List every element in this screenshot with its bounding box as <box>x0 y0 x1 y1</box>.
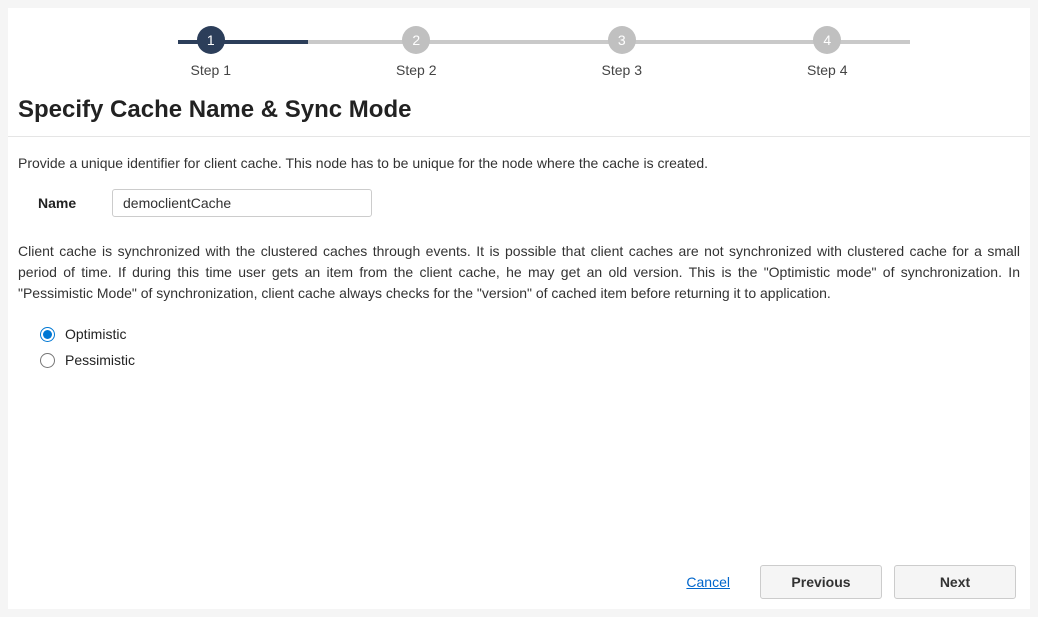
step-1-label: Step 1 <box>191 62 231 78</box>
radio-pessimistic[interactable] <box>40 353 55 368</box>
step-3-label: Step 3 <box>602 62 642 78</box>
radio-optimistic-row[interactable]: Optimistic <box>40 326 1020 342</box>
step-2: 2 Step 2 <box>314 26 520 78</box>
step-2-circle: 2 <box>402 26 430 54</box>
footer: Cancel Previous Next <box>686 565 1016 599</box>
description-text: Client cache is synchronized with the cl… <box>18 241 1020 304</box>
sync-mode-group: Optimistic Pessimistic <box>18 326 1020 368</box>
previous-button[interactable]: Previous <box>760 565 882 599</box>
next-button[interactable]: Next <box>894 565 1016 599</box>
radio-optimistic-label: Optimistic <box>65 326 126 342</box>
step-3: 3 Step 3 <box>519 26 725 78</box>
name-row: Name <box>18 189 1020 217</box>
radio-pessimistic-row[interactable]: Pessimistic <box>40 352 1020 368</box>
step-1-circle: 1 <box>197 26 225 54</box>
cancel-link[interactable]: Cancel <box>686 574 730 590</box>
step-4-circle: 4 <box>813 26 841 54</box>
stepper: 1 Step 1 2 Step 2 3 Step 3 4 Step 4 <box>8 8 1030 88</box>
radio-optimistic[interactable] <box>40 327 55 342</box>
step-4-label: Step 4 <box>807 62 847 78</box>
page-title: Specify Cache Name & Sync Mode <box>8 88 1030 137</box>
step-2-label: Step 2 <box>396 62 436 78</box>
step-1: 1 Step 1 <box>108 26 314 78</box>
wizard-container: 1 Step 1 2 Step 2 3 Step 3 4 Step 4 Spec… <box>8 8 1030 609</box>
content: Provide a unique identifier for client c… <box>8 137 1030 388</box>
name-input[interactable] <box>112 189 372 217</box>
step-4: 4 Step 4 <box>725 26 931 78</box>
intro-text: Provide a unique identifier for client c… <box>18 155 1020 171</box>
radio-pessimistic-label: Pessimistic <box>65 352 135 368</box>
step-3-circle: 3 <box>608 26 636 54</box>
name-label: Name <box>38 195 88 211</box>
